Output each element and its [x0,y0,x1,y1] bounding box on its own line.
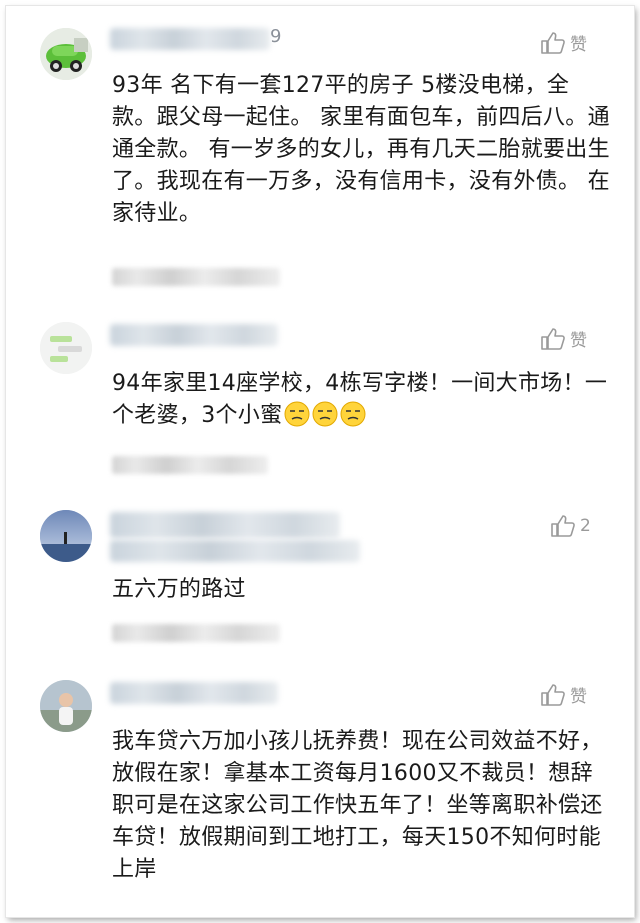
like-button[interactable]: 赞 [540,326,587,351]
thumbs-up-icon [541,683,565,706]
username-blurred[interactable] [110,682,278,704]
avatar[interactable] [40,680,92,732]
comment-text: 我车贷六万加小孩儿抚养费！现在公司效益不好，放假在家！拿基本工资每月1600又不… [112,729,603,882]
avatar-landscape-image [40,510,92,562]
username-blurred[interactable] [110,324,278,346]
avatar[interactable] [40,322,92,374]
like-label: 赞 [570,687,587,707]
avatar[interactable] [40,510,92,562]
thumbs-up-icon [541,327,565,350]
smirk-face-icon [312,401,338,427]
thumbs-up-icon [551,515,575,537]
smirk-face-icon [284,401,310,427]
username-suffix: 9 [270,26,282,47]
like-count: 2 [580,516,591,536]
comment-list: 9 赞 93年 名下有一套127平的房子 5楼没电梯，全款。跟父母一起住。 家里… [6,6,634,917]
avatar[interactable] [40,28,92,80]
comment-text: 94年家里14座学校，4栋写字楼！一间大市场！一个老婆，3个小蜜 [112,368,612,438]
username-blurred[interactable] [110,28,270,50]
username-blurred-line2 [110,540,360,562]
like-button[interactable]: 2 [550,514,591,538]
avatar-screenshot-image [40,322,92,374]
smirk-face-icon [340,401,366,427]
like-label: 赞 [570,35,587,55]
username-blurred[interactable] [110,512,340,538]
comment-text: 五六万的路过 [112,577,246,602]
comment-meta-blurred [112,268,280,286]
comment-meta-blurred [112,624,280,642]
like-label: 赞 [570,331,587,351]
comment-text: 93年 名下有一套127平的房子 5楼没电梯，全款。跟父母一起住。 家里有面包车… [112,73,610,226]
comment-meta-blurred [112,456,268,474]
like-button[interactable]: 赞 [540,30,587,55]
avatar-car-image [40,28,92,80]
thumbs-up-icon [541,31,565,54]
avatar-person-image [40,680,92,732]
like-button[interactable]: 赞 [540,682,587,707]
